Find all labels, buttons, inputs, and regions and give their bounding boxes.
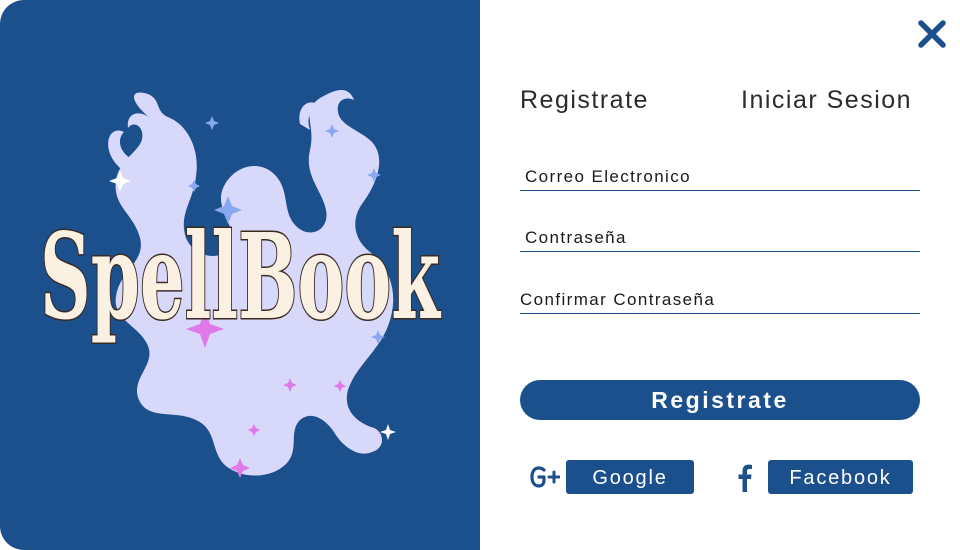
confirm-password-field[interactable] [520, 289, 920, 311]
google-plus-icon[interactable] [530, 462, 561, 494]
password-field[interactable] [520, 227, 920, 249]
email-field[interactable] [520, 166, 920, 188]
spellbook-logo: SpellBook [39, 89, 443, 478]
brand-panel: SpellBook [0, 0, 480, 550]
close-icon [918, 20, 946, 48]
logo-text: SpellBook [40, 207, 441, 346]
facebook-login-button[interactable]: Facebook [768, 460, 913, 494]
google-login-button[interactable]: Google [566, 460, 694, 494]
tab-login[interactable]: Iniciar Sesion [741, 86, 912, 115]
auth-panel: Registrate Iniciar Sesion Registrate Goo… [480, 0, 960, 550]
confirm-password-field-container [520, 289, 920, 314]
close-button[interactable] [916, 18, 948, 50]
register-button[interactable]: Registrate [520, 380, 920, 420]
facebook-icon[interactable] [735, 462, 755, 494]
password-field-container [520, 227, 920, 252]
email-field-container [520, 166, 920, 191]
tab-register[interactable]: Registrate [520, 86, 649, 115]
